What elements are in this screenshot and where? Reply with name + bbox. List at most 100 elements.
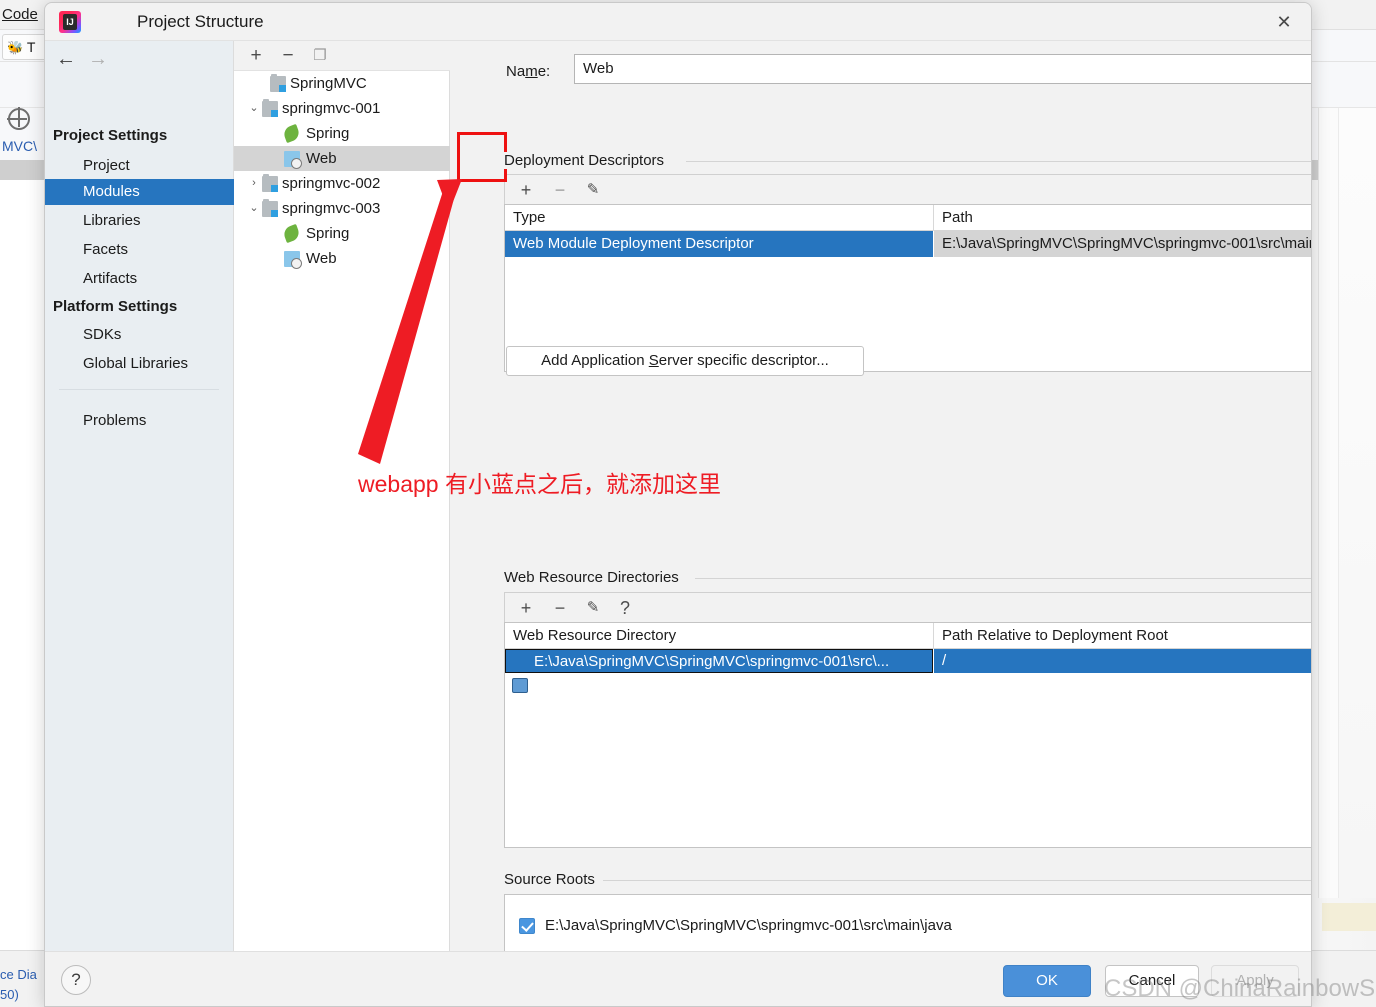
tree-twisty[interactable]: ⌄ — [246, 196, 262, 221]
nav-group-platform-settings: Platform Settings — [53, 298, 177, 315]
ide-right-tool-strip — [1338, 108, 1376, 898]
web-icon — [284, 251, 300, 267]
cell-path: E:\Java\SpringMVC\SpringMVC\springmvc-00… — [934, 231, 1311, 257]
column-header-path[interactable]: Path — [934, 205, 973, 231]
tree-twisty[interactable] — [254, 71, 270, 96]
tree-item-label: springmvc-002 — [282, 171, 380, 196]
sidebar-item-artifacts[interactable]: Artifacts — [45, 266, 234, 292]
close-icon[interactable]: ✕ — [1255, 3, 1312, 41]
web-resource-directories-title: Web Resource Directories — [504, 569, 687, 586]
module-tree-panel: + − ❐ SpringMVC ⌄ springmvc-001 Spring W — [234, 41, 450, 951]
add-descriptor-button[interactable]: + — [513, 178, 539, 202]
help-web-resource-button[interactable]: ? — [612, 596, 638, 620]
name-label: Name: — [506, 63, 550, 80]
cell-web-resource-directory: E:\Java\SpringMVC\SpringMVC\springmvc-00… — [505, 649, 933, 673]
tree-item-label: Spring — [306, 221, 349, 246]
tree-item-spring-facet-001[interactable]: Spring — [234, 121, 450, 146]
cell-relative-path: / — [934, 649, 1311, 673]
sidebar-item-facets[interactable]: Facets — [45, 237, 234, 263]
tree-item-label: SpringMVC — [290, 71, 367, 96]
descriptor-spacer — [504, 386, 1312, 536]
source-roots-title: Source Roots — [504, 871, 603, 888]
module-icon — [262, 176, 278, 192]
folder-icon — [512, 678, 528, 693]
nav-history-controls: ← → — [45, 41, 234, 77]
table-header: Type Path — [505, 205, 1311, 231]
edit-descriptor-button[interactable]: ✎ — [580, 178, 606, 202]
sidebar-item-global-libraries[interactable]: Global Libraries — [45, 351, 234, 377]
settings-sidebar: ← → Project Settings Project Modules Lib… — [45, 41, 234, 951]
intellij-idea-icon: IJ — [59, 11, 81, 33]
dialog-title: Project Structure — [137, 11, 264, 33]
spring-icon — [282, 224, 301, 243]
arrow-right-icon[interactable]: → — [85, 47, 111, 71]
column-header-web-resource-directory[interactable]: Web Resource Directory — [505, 623, 676, 649]
web-resource-directories-table: Web Resource Directory Path Relative to … — [504, 622, 1312, 848]
tree-item-label: Web — [306, 246, 337, 271]
add-web-resource-button[interactable]: + — [513, 596, 539, 620]
checkbox-source-root-java[interactable] — [519, 918, 535, 934]
tree-item-label: Web — [306, 146, 337, 171]
btn-suffix: erver specific descriptor... — [659, 352, 829, 369]
remove-descriptor-button[interactable]: − — [547, 178, 573, 202]
sidebar-item-sdks[interactable]: SDKs — [45, 322, 234, 348]
web-icon — [284, 151, 300, 167]
table-row[interactable]: Web Module Deployment Descriptor E:\Java… — [505, 231, 1311, 257]
tree-twisty[interactable]: › — [246, 171, 262, 196]
tree-item-spring-facet-003[interactable]: Spring — [234, 221, 450, 246]
add-app-server-descriptor-button[interactable]: Add Application Server specific descript… — [506, 346, 864, 376]
apply-button[interactable]: Apply — [1211, 965, 1299, 997]
target-icon[interactable] — [8, 108, 30, 130]
tree-twisty[interactable]: ⌄ — [246, 96, 262, 121]
tree-item-springmvc-003[interactable]: ⌄ springmvc-003 — [234, 196, 450, 221]
section-rule — [686, 161, 1312, 162]
table-row[interactable]: E:\Java\SpringMVC\SpringMVC\springmvc-00… — [505, 649, 1311, 673]
sidebar-item-libraries[interactable]: Libraries — [45, 208, 234, 234]
cancel-button[interactable]: Cancel — [1105, 965, 1199, 997]
sidebar-item-project[interactable]: Project — [45, 153, 234, 179]
list-item[interactable]: E:\Java\SpringMVC\SpringMVC\springmvc-00… — [505, 911, 1312, 941]
bug-icon: 🐝 — [7, 40, 23, 55]
module-tree: SpringMVC ⌄ springmvc-001 Spring Web › s… — [234, 71, 450, 271]
source-root-path: E:\Java\SpringMVC\SpringMVC\springmvc-00… — [545, 911, 952, 941]
module-tree-toolbar: + − ❐ — [234, 41, 450, 71]
tree-item-springmvc[interactable]: SpringMVC — [234, 71, 450, 96]
column-header-type[interactable]: Type — [505, 205, 546, 231]
tree-item-label: springmvc-003 — [282, 196, 380, 221]
project-structure-dialog: IJ Project Structure ✕ ← → Project Setti… — [44, 2, 1312, 1007]
web-resource-toolbar: + − ✎ ? — [504, 592, 1312, 622]
ide-menu-code[interactable]: Code — [2, 6, 38, 23]
arrow-left-icon[interactable]: ← — [53, 47, 79, 71]
module-icon — [262, 101, 278, 117]
cell-type: Web Module Deployment Descriptor — [505, 231, 933, 257]
help-icon[interactable]: ? — [61, 965, 91, 995]
table-header: Web Resource Directory Path Relative to … — [505, 623, 1311, 649]
add-button[interactable]: + — [244, 44, 268, 68]
column-header-relative-path[interactable]: Path Relative to Deployment Root — [934, 623, 1168, 649]
nav-group-project-settings: Project Settings — [53, 127, 167, 144]
btn-prefix: Add Application — [541, 352, 649, 369]
tree-item-label: springmvc-001 — [282, 96, 380, 121]
ide-status-line-1: ce Dia — [0, 967, 37, 982]
tree-item-web-facet-001[interactable]: Web — [234, 146, 450, 171]
module-icon — [270, 76, 286, 92]
tree-item-label: Spring — [306, 121, 349, 146]
web-facet-settings-panel: Name: Web Deployment Descriptors + − ✎ T… — [450, 41, 1312, 951]
sidebar-item-modules[interactable]: Modules — [45, 179, 234, 205]
sidebar-item-problems[interactable]: Problems — [45, 408, 234, 434]
sidebar-divider — [59, 389, 219, 390]
tree-item-web-facet-003[interactable]: Web — [234, 246, 450, 271]
tree-item-springmvc-002[interactable]: › springmvc-002 — [234, 171, 450, 196]
section-rule — [695, 578, 1312, 579]
tree-item-springmvc-001[interactable]: ⌄ springmvc-001 — [234, 96, 450, 121]
ide-highlight-band — [1322, 903, 1376, 931]
deployment-descriptors-title: Deployment Descriptors — [504, 152, 672, 169]
edit-web-resource-button[interactable]: ✎ — [580, 596, 606, 620]
spring-icon — [282, 124, 301, 143]
name-input[interactable]: Web — [574, 54, 1312, 84]
ide-tab-label: T — [27, 39, 36, 55]
copy-button[interactable]: ❐ — [308, 44, 332, 68]
ok-button[interactable]: OK — [1003, 965, 1091, 997]
remove-web-resource-button[interactable]: − — [547, 596, 573, 620]
remove-button[interactable]: − — [276, 44, 300, 68]
